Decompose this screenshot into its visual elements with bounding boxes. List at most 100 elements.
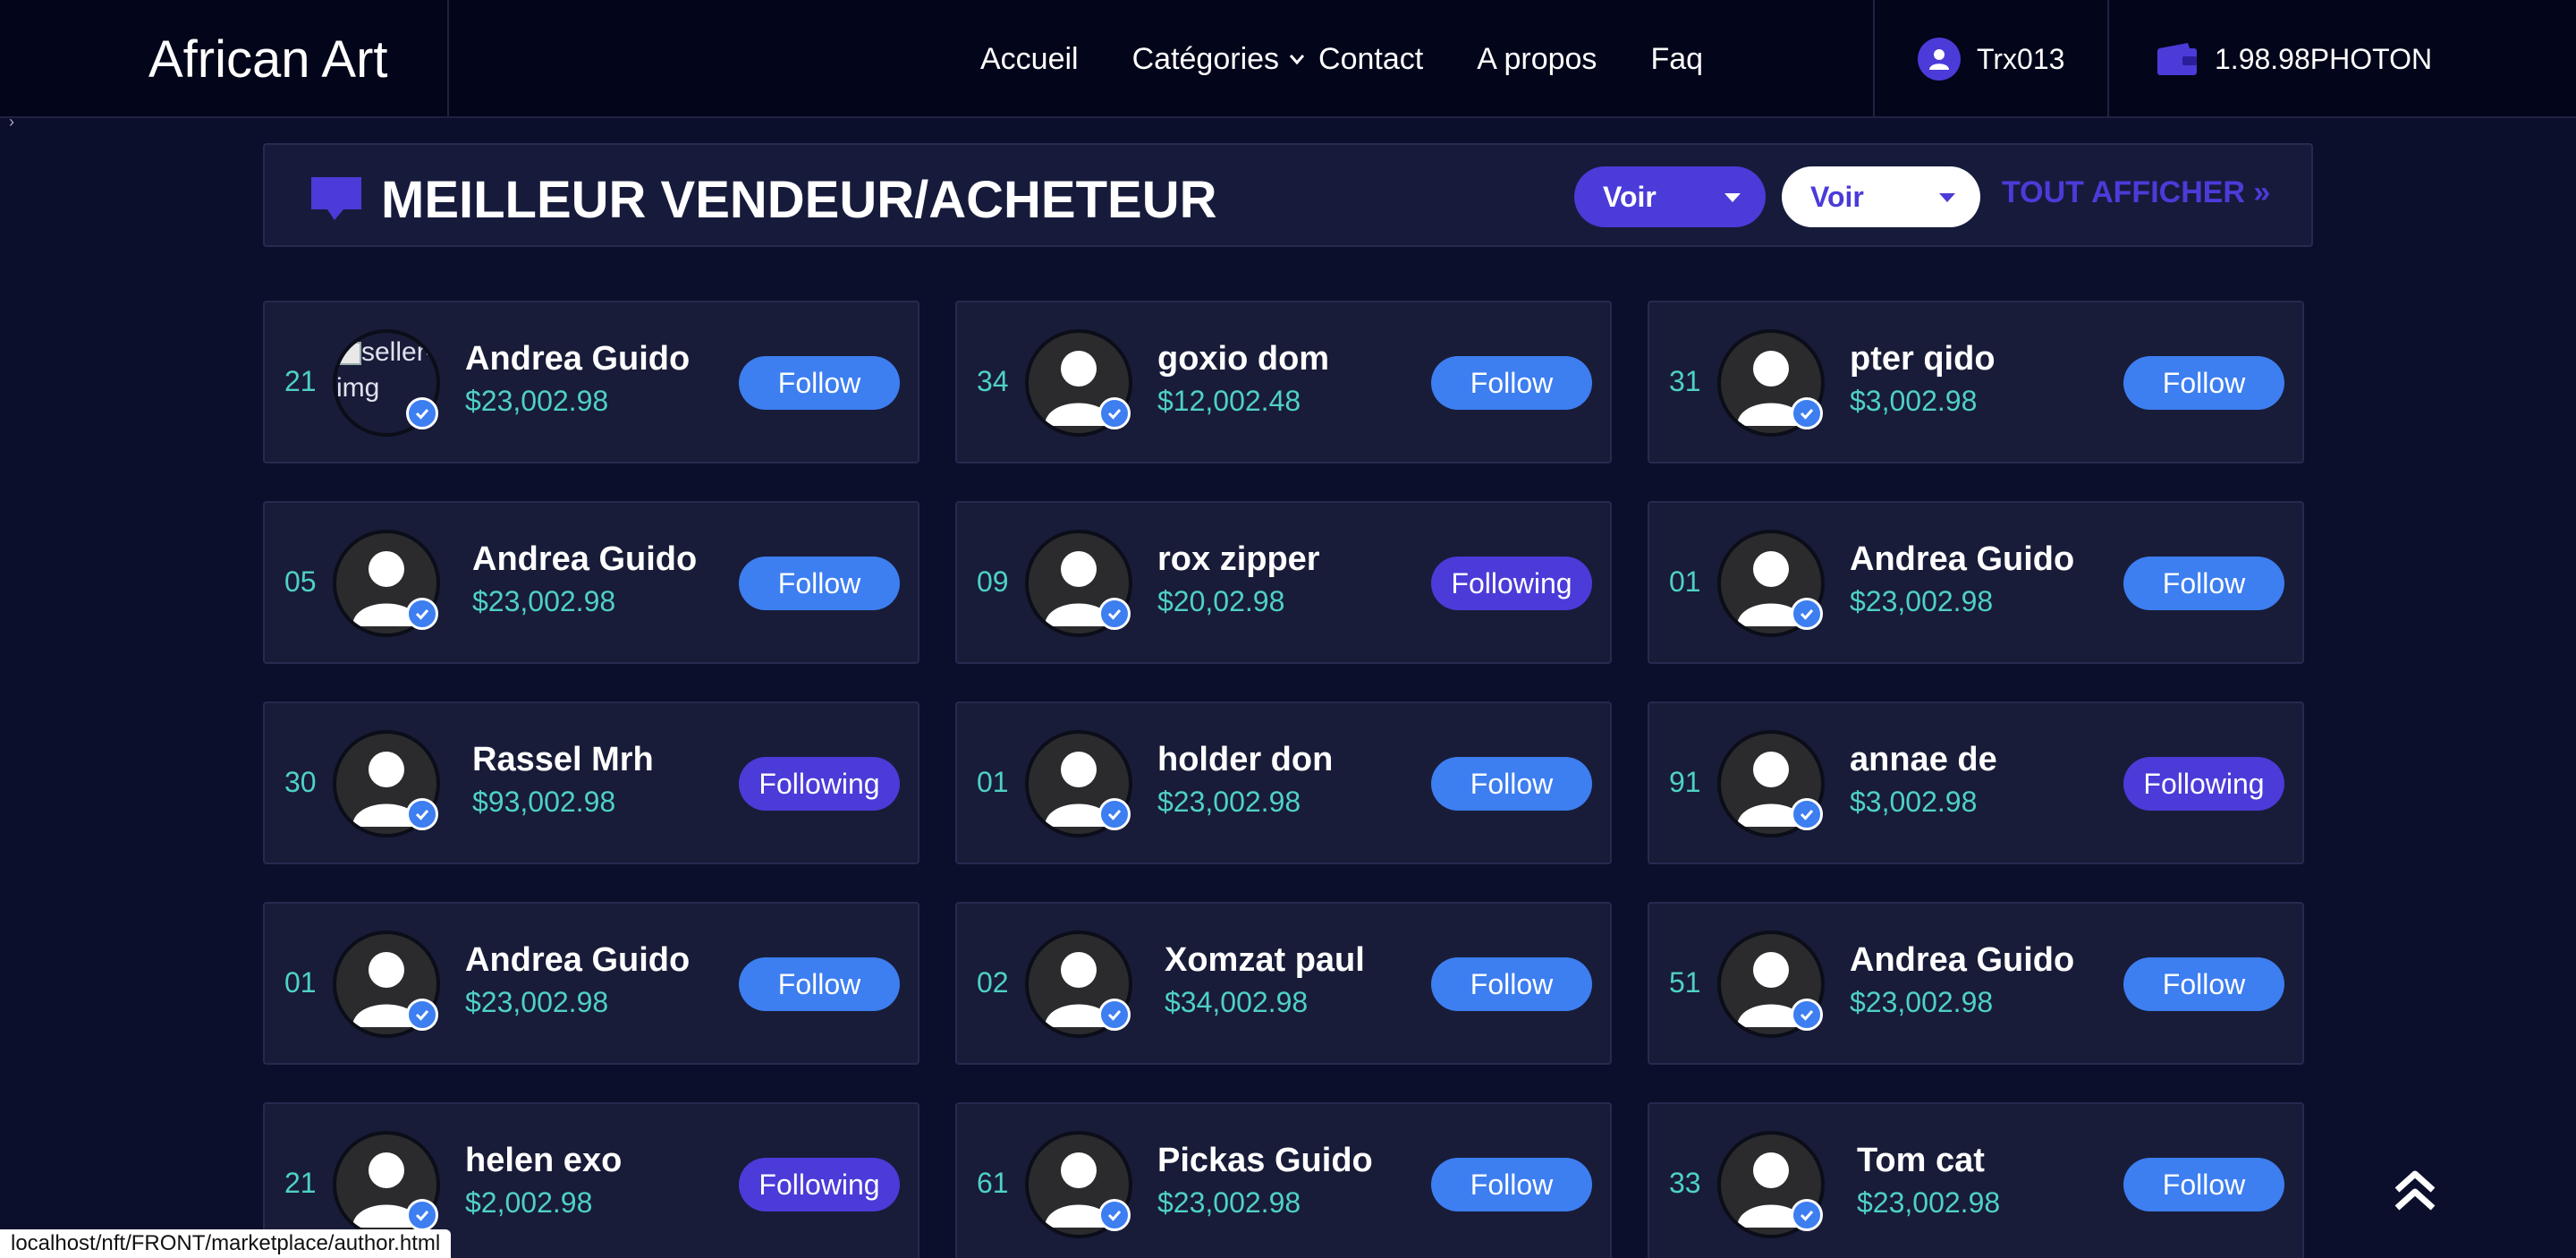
caret-down-icon — [1724, 193, 1741, 202]
seller-rank: 01 — [1669, 565, 1701, 598]
seller-name[interactable]: Andrea Guido — [472, 540, 697, 579]
broken-image-icon — [336, 342, 361, 366]
seller-amount: $23,002.98 — [465, 986, 609, 1018]
wallet-balance[interactable]: 1.98.98PHOTON — [2109, 0, 2467, 118]
check-badge-icon — [1791, 999, 1823, 1031]
double-chevron-up-icon[interactable] — [2390, 1167, 2440, 1217]
seller-name[interactable]: goxio dom — [1157, 340, 1329, 378]
seller-amount: $23,002.98 — [1850, 986, 1994, 1018]
view-all-link[interactable]: TOUT AFFICHER » — [2002, 175, 2270, 210]
nav-categories[interactable]: Catégories — [1132, 42, 1306, 77]
seller-card: 30 Rassel Mrh $93,002.98 Following — [263, 701, 919, 864]
follow-button[interactable]: Follow — [1431, 957, 1592, 1011]
follow-button[interactable]: Follow — [1431, 356, 1592, 410]
follow-button[interactable]: Follow — [2123, 957, 2284, 1011]
check-badge-icon — [1791, 798, 1823, 830]
nav-contact[interactable]: Contact — [1318, 42, 1423, 77]
nav-accueil[interactable]: Accueil — [980, 42, 1079, 77]
seller-card: 01 holder don $23,002.98 Follow — [955, 701, 1612, 864]
nav-a-propos[interactable]: A propos — [1477, 42, 1597, 77]
seller-amount: $3,002.98 — [1850, 786, 1978, 818]
seller-name[interactable]: Andrea Guido — [1850, 941, 2074, 980]
follow-button[interactable]: Follow — [2123, 557, 2284, 610]
status-bar-url: localhost/nft/FRONT/marketplace/author.h… — [0, 1229, 452, 1258]
seller-card: 01 Andrea Guido $23,002.98 Follow — [263, 902, 919, 1065]
seller-card: 33 Tom cat $23,002.98 Follow — [1648, 1102, 2304, 1258]
seller-name[interactable]: Rassel Mrh — [472, 741, 654, 779]
following-button[interactable]: Following — [739, 1158, 900, 1211]
seller-name[interactable]: rox zipper — [1157, 540, 1320, 579]
follow-button[interactable]: Follow — [2123, 1158, 2284, 1211]
seller-name[interactable]: helen exo — [465, 1142, 622, 1180]
seller-card: 05 Andrea Guido $23,002.98 Follow — [263, 501, 919, 664]
check-badge-icon — [1098, 999, 1131, 1031]
seller-name[interactable]: annae de — [1850, 741, 1997, 779]
seller-name[interactable]: Pickas Guido — [1157, 1142, 1373, 1180]
chevron-down-icon — [1289, 55, 1305, 65]
nav-faq-label: Faq — [1650, 41, 1704, 76]
check-badge-icon — [1098, 1199, 1131, 1231]
nav-accueil-label: Accueil — [980, 41, 1079, 76]
nav-contact-label: Contact — [1318, 41, 1424, 76]
seller-amount: $12,002.48 — [1157, 385, 1301, 417]
seller-name[interactable]: Xomzat paul — [1165, 941, 1365, 980]
check-badge-icon — [1791, 397, 1823, 429]
follow-button[interactable]: Follow — [2123, 356, 2284, 410]
seller-name[interactable]: Tom cat — [1857, 1142, 1985, 1180]
check-badge-icon — [1098, 798, 1131, 830]
seller-rank: 30 — [284, 766, 317, 798]
seller-rank: 51 — [1669, 966, 1701, 999]
nav-faq[interactable]: Faq — [1650, 42, 1703, 77]
user-icon — [1918, 38, 1961, 81]
seller-name[interactable]: Andrea Guido — [1850, 540, 2074, 579]
check-badge-icon — [1098, 397, 1131, 429]
seller-amount: $93,002.98 — [472, 786, 616, 818]
follow-button[interactable]: Follow — [1431, 1158, 1592, 1211]
seller-rank: 09 — [977, 565, 1009, 598]
seller-rank: 21 — [284, 1167, 317, 1199]
wallet-amount: 1.98.98PHOTON — [2215, 42, 2433, 75]
seller-name[interactable]: Andrea Guido — [465, 941, 690, 980]
seller-rank: 61 — [977, 1167, 1009, 1199]
seller-card: 21 seller-img Andrea Guido $23,002.98 Fo… — [263, 301, 919, 463]
nav-categories-label: Catégories — [1131, 41, 1280, 76]
following-button[interactable]: Following — [1431, 557, 1592, 610]
seller-card: 51 Andrea Guido $23,002.98 Follow — [1648, 902, 2304, 1065]
seller-amount: $20,02.98 — [1157, 585, 1285, 617]
seller-rank: 21 — [284, 365, 317, 397]
seller-rank: 01 — [977, 766, 1009, 798]
user-account[interactable]: Trx013 — [1873, 0, 2109, 118]
seller-name[interactable]: Andrea Guido — [465, 340, 690, 378]
follow-button[interactable]: Follow — [739, 356, 900, 410]
check-badge-icon — [406, 1199, 438, 1231]
seller-amount: $34,002.98 — [1165, 986, 1309, 1018]
check-badge-icon — [406, 397, 438, 429]
wallet-icon — [2157, 43, 2197, 75]
filter-select-1[interactable]: Voir — [1574, 166, 1766, 227]
filter-select-2-value: Voir — [1810, 180, 1864, 213]
following-button[interactable]: Following — [739, 757, 900, 811]
following-button[interactable]: Following — [2123, 757, 2284, 811]
caret-down-icon — [1939, 193, 1955, 202]
seller-card: 34 goxio dom $12,002.48 Follow — [955, 301, 1612, 463]
seller-card: 91 annae de $3,002.98 Following — [1648, 701, 2304, 864]
section-header: MEILLEUR VENDEUR/ACHETEUR Voir Voir TOUT… — [263, 143, 2313, 247]
seller-card: 02 Xomzat paul $34,002.98 Follow — [955, 902, 1612, 1065]
seller-name[interactable]: holder don — [1157, 741, 1333, 779]
seller-card: 61 Pickas Guido $23,002.98 Follow — [955, 1102, 1612, 1258]
check-badge-icon — [406, 999, 438, 1031]
seller-rank: 05 — [284, 565, 317, 598]
follow-button[interactable]: Follow — [739, 957, 900, 1011]
seller-name[interactable]: pter qido — [1850, 340, 1996, 378]
seller-rank: 91 — [1669, 766, 1701, 798]
follow-button[interactable]: Follow — [739, 557, 900, 610]
filter-select-2[interactable]: Voir — [1782, 166, 1980, 227]
follow-button[interactable]: Follow — [1431, 757, 1592, 811]
top-navbar: African Art Accueil Catégories Contact A… — [0, 0, 2576, 118]
seller-rank: 33 — [1669, 1167, 1701, 1199]
check-badge-icon — [1791, 598, 1823, 630]
seller-rank: 01 — [284, 966, 317, 999]
seller-rank: 31 — [1669, 365, 1701, 397]
check-badge-icon — [1791, 1199, 1823, 1231]
brand-logo[interactable]: African Art — [0, 0, 449, 118]
